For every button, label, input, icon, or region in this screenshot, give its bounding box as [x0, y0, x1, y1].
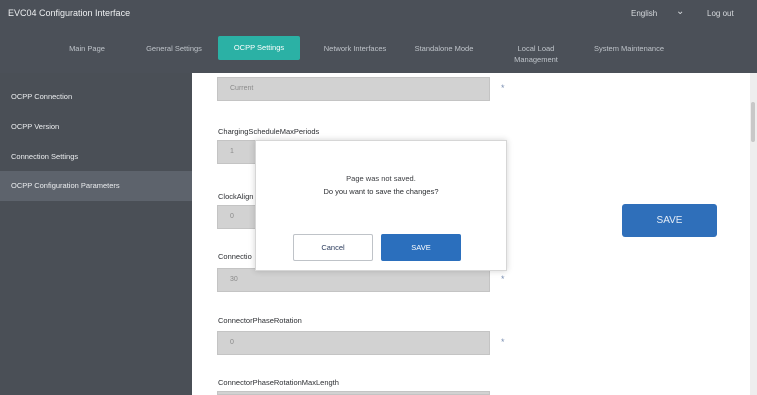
logout-link[interactable]: Log out: [707, 9, 734, 18]
scrollbar-thumb[interactable]: [751, 102, 755, 142]
field-label-connection: Connectio: [218, 252, 252, 261]
required-marker: *: [501, 274, 505, 284]
sidebar-item-ocpp-configuration-parameters[interactable]: OCPP Configuration Parameters: [0, 171, 192, 201]
required-marker: *: [501, 83, 505, 93]
field-label-charging-schedule-max-periods: ChargingScheduleMaxPeriods: [218, 127, 320, 136]
tab-main-page[interactable]: Main Page: [58, 43, 116, 54]
save-button[interactable]: SAVE: [622, 204, 717, 237]
language-select[interactable]: English: [631, 9, 657, 18]
field-input-connection[interactable]: 30: [217, 268, 490, 292]
required-marker: *: [501, 337, 505, 347]
field-input-current[interactable]: Current: [217, 77, 490, 101]
chevron-down-icon[interactable]: ⌄: [676, 6, 684, 17]
field-input-connector-phase-rotation[interactable]: 0: [217, 331, 490, 355]
dialog-message-title: Page was not saved.: [346, 174, 416, 183]
sidebar-item-ocpp-version[interactable]: OCPP Version: [0, 112, 192, 142]
app-title: EVC04 Configuration Interface: [8, 8, 131, 18]
dialog-cancel-button[interactable]: Cancel: [293, 234, 373, 261]
tab-system-maintenance[interactable]: System Maintenance: [583, 43, 675, 54]
tab-local-load-management[interactable]: Local Load Management: [505, 43, 567, 65]
tab-ocpp-settings[interactable]: OCPP Settings: [218, 36, 300, 60]
field-label-connector-phase-rotation-max-length: ConnectorPhaseRotationMaxLength: [218, 378, 339, 387]
field-label-clock-align: ClockAlign: [218, 192, 254, 201]
field-input-connector-phase-rotation-max-length[interactable]: [217, 391, 490, 395]
sidebar-item-connection-settings[interactable]: Connection Settings: [0, 142, 192, 172]
tab-network-interfaces[interactable]: Network Interfaces: [314, 43, 396, 54]
sidebar-item-ocpp-connection[interactable]: OCPP Connection: [0, 82, 192, 112]
top-header: EVC04 Configuration Interface English ⌄ …: [0, 0, 757, 73]
tab-standalone-mode[interactable]: Standalone Mode: [408, 43, 480, 54]
unsaved-changes-dialog: Page was not saved. Do you want to save …: [255, 140, 507, 271]
dialog-save-button[interactable]: SAVE: [381, 234, 461, 261]
dialog-message-question: Do you want to save the changes?: [323, 187, 439, 196]
tab-general-settings[interactable]: General Settings: [140, 43, 208, 54]
field-label-connector-phase-rotation: ConnectorPhaseRotation: [218, 316, 302, 325]
